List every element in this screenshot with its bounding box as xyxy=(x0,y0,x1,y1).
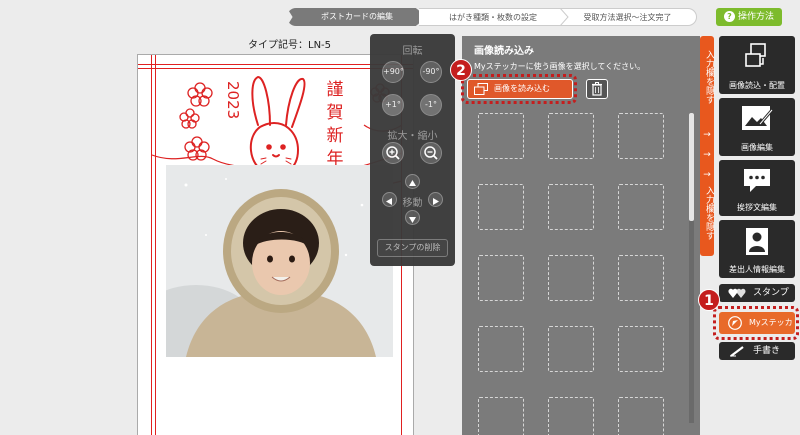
image-edit-icon xyxy=(742,106,774,130)
hide-input-label-lower: 入力欄を隠す xyxy=(704,186,714,240)
year-digits: 2023 xyxy=(224,81,242,120)
zoom-in-button[interactable] xyxy=(382,142,404,164)
rotate-title: 回転 xyxy=(402,46,423,57)
callout-highlight-load-button xyxy=(461,74,577,104)
greeting-edit-label: 挨拶文編集 xyxy=(737,203,777,212)
zoom-out-icon xyxy=(424,146,438,160)
year-text: 2023 xyxy=(224,81,242,123)
image-edit-label: 画像編集 xyxy=(741,143,773,152)
scrollbar-thumb[interactable] xyxy=(689,113,694,221)
pen-icon xyxy=(730,346,744,357)
heart-stamp-icon xyxy=(728,288,746,298)
stamp-label: スタンプ xyxy=(753,288,789,298)
zoom-title: 拡大・縮小 xyxy=(387,131,438,142)
panel-scrollbar[interactable] xyxy=(689,113,694,423)
step-progress-bar: ポストカードの編集 はがき種類・枚数の設定 受取方法選択〜注文完了 xyxy=(287,8,697,26)
edit-tool-palette: 回転 +90° -90° +1° -1° 拡大・縮小 移動 スタンプの削除 xyxy=(370,34,455,266)
sticker-slot[interactable] xyxy=(478,184,524,230)
speech-bubble-icon xyxy=(744,169,770,192)
step-delivery-order: 受取方法選択〜注文完了 xyxy=(559,8,697,26)
rotate-minus-1-button[interactable]: -1° xyxy=(420,94,442,116)
sticker-slot-grid xyxy=(470,113,686,435)
help-label: 操作方法 xyxy=(737,12,774,22)
sticker-slot[interactable] xyxy=(548,397,594,435)
zoom-in-icon xyxy=(386,146,400,160)
panel-title: 画像読み込み xyxy=(474,46,534,57)
sticker-slot[interactable] xyxy=(618,113,664,159)
callout-number-1: 1 xyxy=(698,289,720,311)
sticker-slot[interactable] xyxy=(478,255,524,301)
step-chevron-icon xyxy=(559,8,569,26)
rotate-minus-90-button[interactable]: -90° xyxy=(420,61,442,83)
move-title: 移動 xyxy=(402,198,423,209)
image-load-layout-label: 画像読込・配置 xyxy=(729,81,785,90)
type-code-label: タイプ記号：LN-5 xyxy=(248,40,332,51)
stamp-button[interactable]: スタンプ xyxy=(719,284,795,302)
arrow-right-icon: → xyxy=(703,130,711,140)
panel-instruction: Myステッカーに使う画像を選択してください。 xyxy=(474,62,646,71)
sender-info-edit-button[interactable]: 差出人情報編集 xyxy=(719,220,795,278)
child-photo-image xyxy=(166,165,393,357)
callout-number-2: 2 xyxy=(450,59,472,81)
image-swap-icon xyxy=(745,43,766,67)
handwriting-label: 手書き xyxy=(753,346,781,356)
greeting-edit-button[interactable]: 挨拶文編集 xyxy=(719,160,795,216)
question-icon: ? xyxy=(723,11,735,22)
move-down-button[interactable] xyxy=(405,210,420,225)
child-photo[interactable] xyxy=(166,165,393,357)
sender-info-edit-label: 差出人情報編集 xyxy=(729,265,785,274)
rotate-plus-1-button[interactable]: +1° xyxy=(382,94,404,116)
hide-input-label-upper: 入力欄を隠す xyxy=(704,50,714,104)
arrow-up-icon xyxy=(409,180,416,186)
sticker-slot[interactable] xyxy=(548,255,594,301)
sticker-slot[interactable] xyxy=(478,113,524,159)
greeting-text: 謹賀新年 xyxy=(326,80,344,169)
image-edit-button[interactable]: 画像編集 xyxy=(719,98,795,156)
callout-highlight-my-sticker xyxy=(713,306,799,340)
sticker-slot[interactable] xyxy=(548,113,594,159)
arrow-down-icon xyxy=(409,217,416,223)
arrow-right-icon: → xyxy=(703,170,711,180)
trash-icon xyxy=(592,82,602,96)
zoom-out-button[interactable] xyxy=(420,142,442,164)
arrow-right-icon: → xyxy=(703,150,711,160)
image-load-layout-button[interactable]: 画像読込・配置 xyxy=(719,36,795,94)
step-card-type-quantity: はがき種類・枚数の設定 xyxy=(419,8,567,26)
delete-stamp-button[interactable]: スタンプの削除 xyxy=(377,239,448,257)
step-postcard-edit: ポストカードの編集 xyxy=(287,8,427,26)
sticker-slot[interactable] xyxy=(618,255,664,301)
move-up-button[interactable] xyxy=(405,174,420,189)
hide-input-tab[interactable]: 入力欄を隠す → → → 入力欄を隠す xyxy=(700,36,714,256)
sticker-slot[interactable] xyxy=(618,397,664,435)
rotate-plus-90-button[interactable]: +90° xyxy=(382,61,404,83)
sticker-slot[interactable] xyxy=(548,326,594,372)
person-card-icon xyxy=(746,228,768,255)
sticker-slot[interactable] xyxy=(478,397,524,435)
sticker-slot[interactable] xyxy=(548,184,594,230)
sticker-slot[interactable] xyxy=(478,326,524,372)
help-button[interactable]: ? 操作方法 xyxy=(716,8,782,26)
handwriting-button[interactable]: 手書き xyxy=(719,342,795,360)
sticker-slot[interactable] xyxy=(618,326,664,372)
trash-button[interactable] xyxy=(586,79,608,99)
sticker-slot[interactable] xyxy=(618,184,664,230)
